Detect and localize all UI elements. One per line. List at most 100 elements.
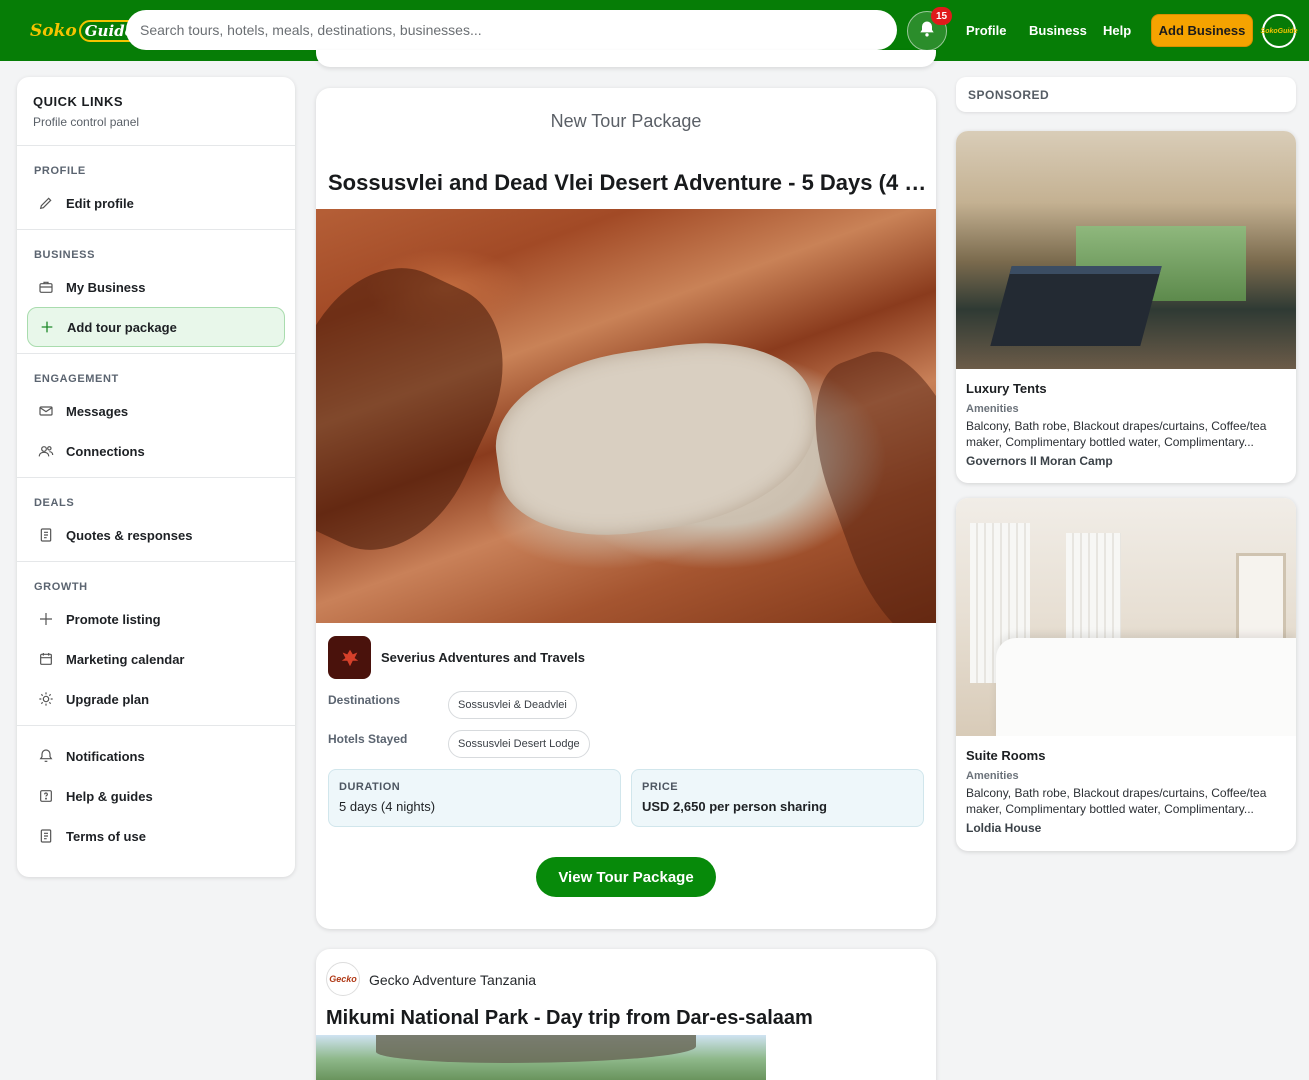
user-avatar[interactable]: SokoGuide: [1261, 14, 1297, 48]
sidebar-item-label: Terms of use: [66, 828, 146, 844]
price-box: PRICE USD 2,650 per person sharing: [631, 769, 924, 827]
nav-profile-link[interactable]: Profile: [966, 23, 1006, 38]
ad-subtitle: Amenities: [966, 770, 1019, 782]
notification-count-badge: 15: [931, 7, 952, 25]
sidebar-item-label: Help & guides: [66, 788, 153, 804]
ad-image: [956, 131, 1296, 369]
sidebar-section-engagement: ENGAGEMENT Messages Connections: [17, 354, 295, 478]
sidebar-title: QUICK LINKS: [33, 94, 123, 109]
sidebar-item-messages[interactable]: Messages: [27, 391, 285, 431]
ad-title: Suite Rooms: [966, 748, 1046, 763]
sidebar-item-label: Marketing calendar: [66, 651, 185, 667]
section-label: GROWTH: [34, 581, 88, 593]
sidebar-section-growth: GROWTH Promote listing Marketing calenda…: [17, 562, 295, 726]
sidebar-section-profile: PROFILE Edit profile: [17, 146, 295, 230]
duration-value: 5 days (4 nights): [339, 799, 436, 814]
bell-icon: [37, 747, 55, 765]
briefcase-icon: [37, 278, 55, 296]
nav-business-link[interactable]: Business: [1029, 23, 1087, 38]
view-tour-package-button[interactable]: View Tour Package: [536, 857, 716, 897]
tour-package-post: Gecko Gecko Adventure Tanzania Mikumi Na…: [316, 949, 936, 1080]
nav-help-link[interactable]: Help: [1103, 23, 1131, 38]
operator-logo: [328, 636, 371, 679]
operator-name: Severius Adventures and Travels: [381, 650, 586, 665]
sidebar-item-connections[interactable]: Connections: [27, 431, 285, 471]
sidebar-item-terms[interactable]: Terms of use: [27, 816, 285, 856]
sponsored-ad-card[interactable]: Luxury Tents Amenities Balcony, Bath rob…: [956, 131, 1296, 483]
ad-title: Luxury Tents: [966, 381, 1047, 396]
tour-title[interactable]: Sossusvlei and Dead Vlei Desert Adventur…: [328, 170, 928, 196]
section-label: ENGAGEMENT: [34, 373, 119, 385]
sidebar-item-promote-listing[interactable]: Promote listing: [27, 599, 285, 639]
document-icon: [37, 827, 55, 845]
sidebar-item-upgrade-plan[interactable]: Upgrade plan: [27, 679, 285, 719]
ad-venue: Loldia House: [966, 821, 1042, 835]
tour-hero-image[interactable]: [316, 1035, 766, 1080]
sidebar-section-deals: DEALS Quotes & responses: [17, 478, 295, 562]
post-kicker: New Tour Package: [550, 111, 702, 131]
sidebar-item-add-tour-package[interactable]: Add tour package: [27, 307, 285, 347]
destinations-label: Destinations: [328, 693, 401, 707]
section-label: DEALS: [34, 497, 75, 509]
tour-hero-image[interactable]: [316, 209, 936, 623]
sidebar-header: QUICK LINKS Profile control panel: [17, 77, 295, 146]
section-label: BUSINESS: [34, 249, 96, 261]
sidebar-item-label: Connections: [66, 443, 145, 459]
operator-logo[interactable]: Gecko: [326, 962, 360, 996]
sidebar-item-label: Edit profile: [66, 195, 134, 211]
envelope-icon: [37, 402, 55, 420]
sidebar-item-my-business[interactable]: My Business: [27, 267, 285, 307]
sidebar-item-help-guides[interactable]: Help & guides: [27, 776, 285, 816]
sidebar-subtitle: Profile control panel: [33, 115, 140, 129]
sidebar-item-quotes[interactable]: Quotes & responses: [27, 515, 285, 555]
tent-bed: [990, 266, 1162, 346]
pencil-icon: [37, 194, 55, 212]
sidebar-item-marketing-calendar[interactable]: Marketing calendar: [27, 639, 285, 679]
sidebar-item-label: Upgrade plan: [66, 691, 150, 707]
salt-pan: [485, 327, 827, 551]
quick-links-sidebar: QUICK LINKS Profile control panel PROFIL…: [17, 77, 295, 877]
ad-body: Luxury Tents Amenities Balcony, Bath rob…: [956, 369, 1296, 468]
calendar-icon: [37, 650, 55, 668]
ad-description: Balcony, Bath robe, Blackout drapes/curt…: [966, 419, 1267, 449]
dune-shadow: [316, 239, 536, 579]
plus-icon: [38, 318, 56, 336]
help-icon: [37, 787, 55, 805]
sun-icon: [37, 690, 55, 708]
hotels-label: Hotels Stayed: [328, 732, 408, 746]
ad-image: [956, 498, 1296, 736]
sidebar-item-label: My Business: [66, 279, 146, 295]
ad-description: Balcony, Bath robe, Blackout drapes/curt…: [966, 786, 1267, 816]
tour-package-post: New Tour Package Sossusvlei and Dead Vle…: [316, 88, 936, 929]
price-label: PRICE: [642, 781, 679, 793]
phoenix-logo-icon: [341, 649, 358, 666]
logo-part-1: Soko: [30, 21, 77, 41]
destination-pill[interactable]: Sossusvlei & Deadvlei: [448, 691, 577, 719]
price-value: USD 2,650 per person sharing: [642, 799, 827, 814]
ad-subtitle: Amenities: [966, 403, 1019, 415]
users-icon: [37, 442, 55, 460]
sidebar-item-label: Promote listing: [66, 611, 161, 627]
add-business-button[interactable]: Add Business: [1151, 14, 1253, 47]
sidebar-item-edit-profile[interactable]: Edit profile: [27, 183, 285, 223]
section-label: PROFILE: [34, 165, 86, 177]
operator-name[interactable]: Gecko Adventure Tanzania: [369, 972, 536, 988]
sponsored-ad-card[interactable]: Suite Rooms Amenities Balcony, Bath robe…: [956, 498, 1296, 851]
sidebar-section-account: Notifications Help & guides Terms of use: [17, 726, 295, 862]
sidebar-section-business: BUSINESS My Business Add tour package: [17, 230, 295, 354]
sidebar-item-label: Messages: [66, 403, 129, 419]
tour-title[interactable]: Mikumi National Park - Day trip from Dar…: [326, 1007, 813, 1030]
tree-trunk: [376, 1035, 696, 1063]
dune-shadow: [788, 334, 936, 623]
ad-body: Suite Rooms Amenities Balcony, Bath robe…: [956, 736, 1296, 835]
sidebar-item-label: Add tour package: [67, 319, 177, 335]
operator-row[interactable]: Severius Adventures and Travels: [328, 636, 585, 679]
duration-box: DURATION 5 days (4 nights): [328, 769, 621, 827]
hotel-pill[interactable]: Sossusvlei Desert Lodge: [448, 730, 590, 758]
search-input[interactable]: [126, 10, 897, 50]
plus-icon: [37, 610, 55, 628]
sokoguide-logo[interactable]: Soko Guide: [30, 17, 141, 45]
sponsored-header: SPONSORED: [956, 77, 1296, 112]
ad-venue: Governors II Moran Camp: [966, 454, 1113, 468]
sidebar-item-notifications[interactable]: Notifications: [27, 736, 285, 776]
